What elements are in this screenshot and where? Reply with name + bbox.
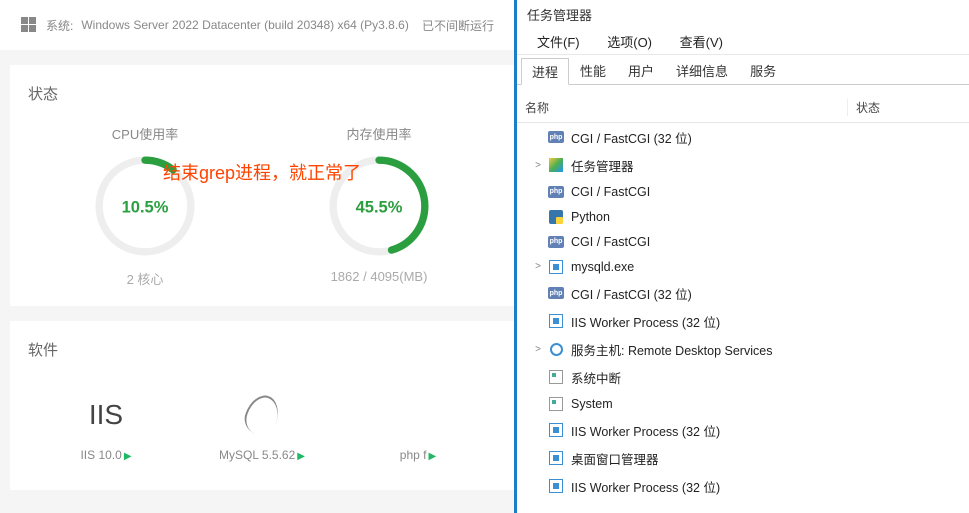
process-list: php CGI / FastCGI (32 位) > 任务管理器 php CGI / Fa… <box>517 123 969 500</box>
software-title: 软件 <box>28 339 496 360</box>
process-row[interactable]: IIS Worker Process (32 位) <box>517 416 969 444</box>
mem-gauge-sub: 1862 / 4095(MB) <box>289 269 469 284</box>
process-icon <box>547 450 565 466</box>
process-name: IIS Worker Process (32 位) <box>571 421 969 440</box>
process-icon <box>547 157 565 173</box>
process-row[interactable]: IIS Worker Process (32 位) <box>517 307 969 335</box>
process-name: 系统中断 <box>571 368 969 387</box>
process-name: IIS Worker Process (32 位) <box>571 477 969 496</box>
uptime-label: 已不间断运行 <box>422 17 494 34</box>
process-name: 桌面窗口管理器 <box>571 449 969 468</box>
process-row[interactable]: php CGI / FastCGI <box>517 179 969 204</box>
mem-gauge: 内存使用率 45.5% 1862 / 4095(MB) <box>289 124 469 288</box>
tab-详细信息[interactable]: 详细信息 <box>665 57 739 84</box>
task-manager-window: 任务管理器 文件(F) 选项(O) 查看(V) 进程性能用户详细信息服务 名称 … <box>514 0 969 513</box>
process-icon: php <box>547 129 565 145</box>
process-icon <box>547 396 565 412</box>
tm-menubar: 文件(F) 选项(O) 查看(V) <box>517 29 969 55</box>
software-name: IIS 10.0▶ <box>28 448 184 462</box>
mem-gauge-label: 内存使用率 <box>289 124 469 143</box>
tab-服务[interactable]: 服务 <box>739 57 787 84</box>
software-item[interactable]: MySQL 5.5.62▶ <box>184 380 340 472</box>
process-row[interactable]: Python <box>517 204 969 229</box>
annotation-text: 结束grep进程，就正常了 <box>163 159 361 185</box>
menu-view[interactable]: 查看(V) <box>668 33 735 52</box>
process-icon <box>547 478 565 494</box>
menu-file[interactable]: 文件(F) <box>525 33 592 52</box>
windows-logo-icon <box>20 16 38 34</box>
menu-options[interactable]: 选项(O) <box>595 33 664 52</box>
process-icon <box>547 369 565 385</box>
process-row[interactable]: IIS Worker Process (32 位) <box>517 472 969 500</box>
status-card: 状态 结束grep进程，就正常了 CPU使用率 10.5% 2 核心 内存使用率… <box>10 65 514 306</box>
process-icon: php <box>547 184 565 200</box>
software-logo-icon <box>184 390 340 440</box>
software-item[interactable]: php f▶ <box>340 380 496 472</box>
process-row[interactable]: > 服务主机: Remote Desktop Services <box>517 335 969 363</box>
process-name: CGI / FastCGI (32 位) <box>571 284 969 303</box>
process-row[interactable]: 桌面窗口管理器 <box>517 444 969 472</box>
system-value: Windows Server 2022 Datacenter (build 20… <box>81 18 409 32</box>
process-row[interactable]: > 任务管理器 <box>517 151 969 179</box>
process-name: 任务管理器 <box>571 156 969 175</box>
system-label: 系统: <box>46 17 73 34</box>
process-icon: php <box>547 234 565 250</box>
process-row[interactable]: php CGI / FastCGI (32 位) <box>517 123 969 151</box>
expand-icon[interactable]: > <box>529 261 547 272</box>
software-logo-icon <box>340 390 496 440</box>
tm-title-text: 任务管理器 <box>527 5 592 24</box>
expand-icon[interactable]: > <box>529 160 547 171</box>
cpu-gauge: CPU使用率 10.5% 2 核心 <box>55 124 235 288</box>
software-logo-icon: IIS <box>28 390 184 440</box>
process-name: CGI / FastCGI <box>571 235 969 249</box>
status-title: 状态 <box>28 83 496 104</box>
process-icon <box>547 259 565 275</box>
process-icon <box>547 422 565 438</box>
process-name: CGI / FastCGI (32 位) <box>571 128 969 147</box>
tm-titlebar[interactable]: 任务管理器 <box>517 0 969 29</box>
tab-用户[interactable]: 用户 <box>617 57 665 84</box>
process-icon <box>547 341 565 357</box>
tm-column-header[interactable]: 名称 状态 <box>517 93 969 123</box>
process-row[interactable]: 系统中断 <box>517 363 969 391</box>
process-icon: php <box>547 285 565 301</box>
process-row[interactable]: > mysqld.exe <box>517 254 969 279</box>
process-name: CGI / FastCGI <box>571 185 969 199</box>
software-name: MySQL 5.5.62▶ <box>184 448 340 462</box>
svg-text:10.5%: 10.5% <box>122 198 169 216</box>
process-name: System <box>571 397 969 411</box>
process-name: mysqld.exe <box>571 260 969 274</box>
process-name: Python <box>571 210 969 224</box>
tm-tabs: 进程性能用户详细信息服务 <box>517 57 969 85</box>
process-icon <box>547 313 565 329</box>
software-item[interactable]: IIS IIS 10.0▶ <box>28 380 184 472</box>
col-status[interactable]: 状态 <box>847 99 969 116</box>
process-row[interactable]: php CGI / FastCGI <box>517 229 969 254</box>
process-icon <box>547 209 565 225</box>
col-name[interactable]: 名称 <box>517 99 847 116</box>
tab-性能[interactable]: 性能 <box>569 57 617 84</box>
process-name: 服务主机: Remote Desktop Services <box>571 340 969 359</box>
expand-icon[interactable]: > <box>529 344 547 355</box>
cpu-gauge-sub: 2 核心 <box>55 269 235 288</box>
process-row[interactable]: System <box>517 391 969 416</box>
software-name: php f▶ <box>340 448 496 462</box>
svg-text:45.5%: 45.5% <box>356 198 403 216</box>
tab-进程[interactable]: 进程 <box>521 58 569 85</box>
cpu-gauge-label: CPU使用率 <box>55 124 235 143</box>
process-name: IIS Worker Process (32 位) <box>571 312 969 331</box>
software-card: 软件 IIS IIS 10.0▶MySQL 5.5.62▶ php f▶ <box>10 321 514 490</box>
process-row[interactable]: php CGI / FastCGI (32 位) <box>517 279 969 307</box>
system-header: 系统: Windows Server 2022 Datacenter (buil… <box>0 0 514 50</box>
